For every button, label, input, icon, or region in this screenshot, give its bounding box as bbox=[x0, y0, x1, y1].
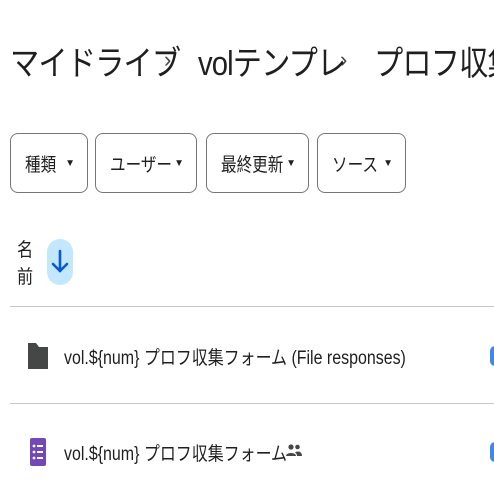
divider bbox=[10, 306, 494, 307]
file-name[interactable]: vol.${num} プロフ収集フォーム (File responses) bbox=[64, 343, 406, 370]
caret-down-icon: ▼ bbox=[65, 157, 75, 169]
file-row[interactable]: vol.${num} プロフ収集フォーム (File responses) bbox=[10, 326, 494, 386]
breadcrumb-separator: › bbox=[340, 47, 348, 72]
breadcrumb-item-current-folder[interactable]: プロフ収集 bbox=[374, 36, 494, 85]
filter-chip-type[interactable]: 種類 ▼ bbox=[10, 133, 88, 193]
filter-chip-source[interactable]: ソース ▼ bbox=[317, 133, 406, 193]
filter-chip-label: 種類 bbox=[25, 154, 57, 176]
sort-header: 名前 bbox=[17, 235, 73, 289]
filter-chip-modified[interactable]: 最終更新 ▼ bbox=[206, 133, 309, 193]
sort-direction-button[interactable] bbox=[47, 239, 73, 285]
caret-down-icon: ▼ bbox=[383, 157, 393, 169]
breadcrumb-item-vol-template[interactable]: volテンプレ bbox=[198, 36, 346, 85]
filter-chip-user[interactable]: ユーザー ▼ bbox=[95, 133, 197, 193]
shared-people-icon bbox=[285, 443, 302, 462]
file-row[interactable]: vol.${num} プロフ収集フォーム bbox=[10, 422, 494, 482]
filter-chip-label: 最終更新 bbox=[221, 154, 284, 176]
forms-icon bbox=[27, 437, 49, 467]
filter-chip-label: ユーザー bbox=[110, 154, 173, 176]
breadcrumb: マイドライブ › volテンプレ › プロフ収集 ▾ bbox=[10, 30, 494, 90]
file-name[interactable]: vol.${num} プロフ収集フォーム bbox=[64, 439, 287, 466]
caret-down-icon: ▼ bbox=[174, 157, 184, 169]
folder-icon bbox=[27, 341, 49, 371]
arrow-down-icon bbox=[51, 249, 69, 273]
sort-column-name[interactable]: 名前 bbox=[17, 235, 43, 289]
drive-folder-view: マイドライブ › volテンプレ › プロフ収集 ▾ 種類 ▼ ユーザー ▼ 最… bbox=[0, 0, 494, 494]
divider bbox=[10, 403, 494, 404]
row-edge-indicator bbox=[490, 346, 494, 366]
caret-down-icon: ▼ bbox=[286, 157, 296, 169]
filter-chip-label: ソース bbox=[332, 154, 378, 176]
breadcrumb-item-my-drive[interactable]: マイドライブ bbox=[10, 36, 181, 85]
row-edge-indicator bbox=[490, 442, 494, 462]
